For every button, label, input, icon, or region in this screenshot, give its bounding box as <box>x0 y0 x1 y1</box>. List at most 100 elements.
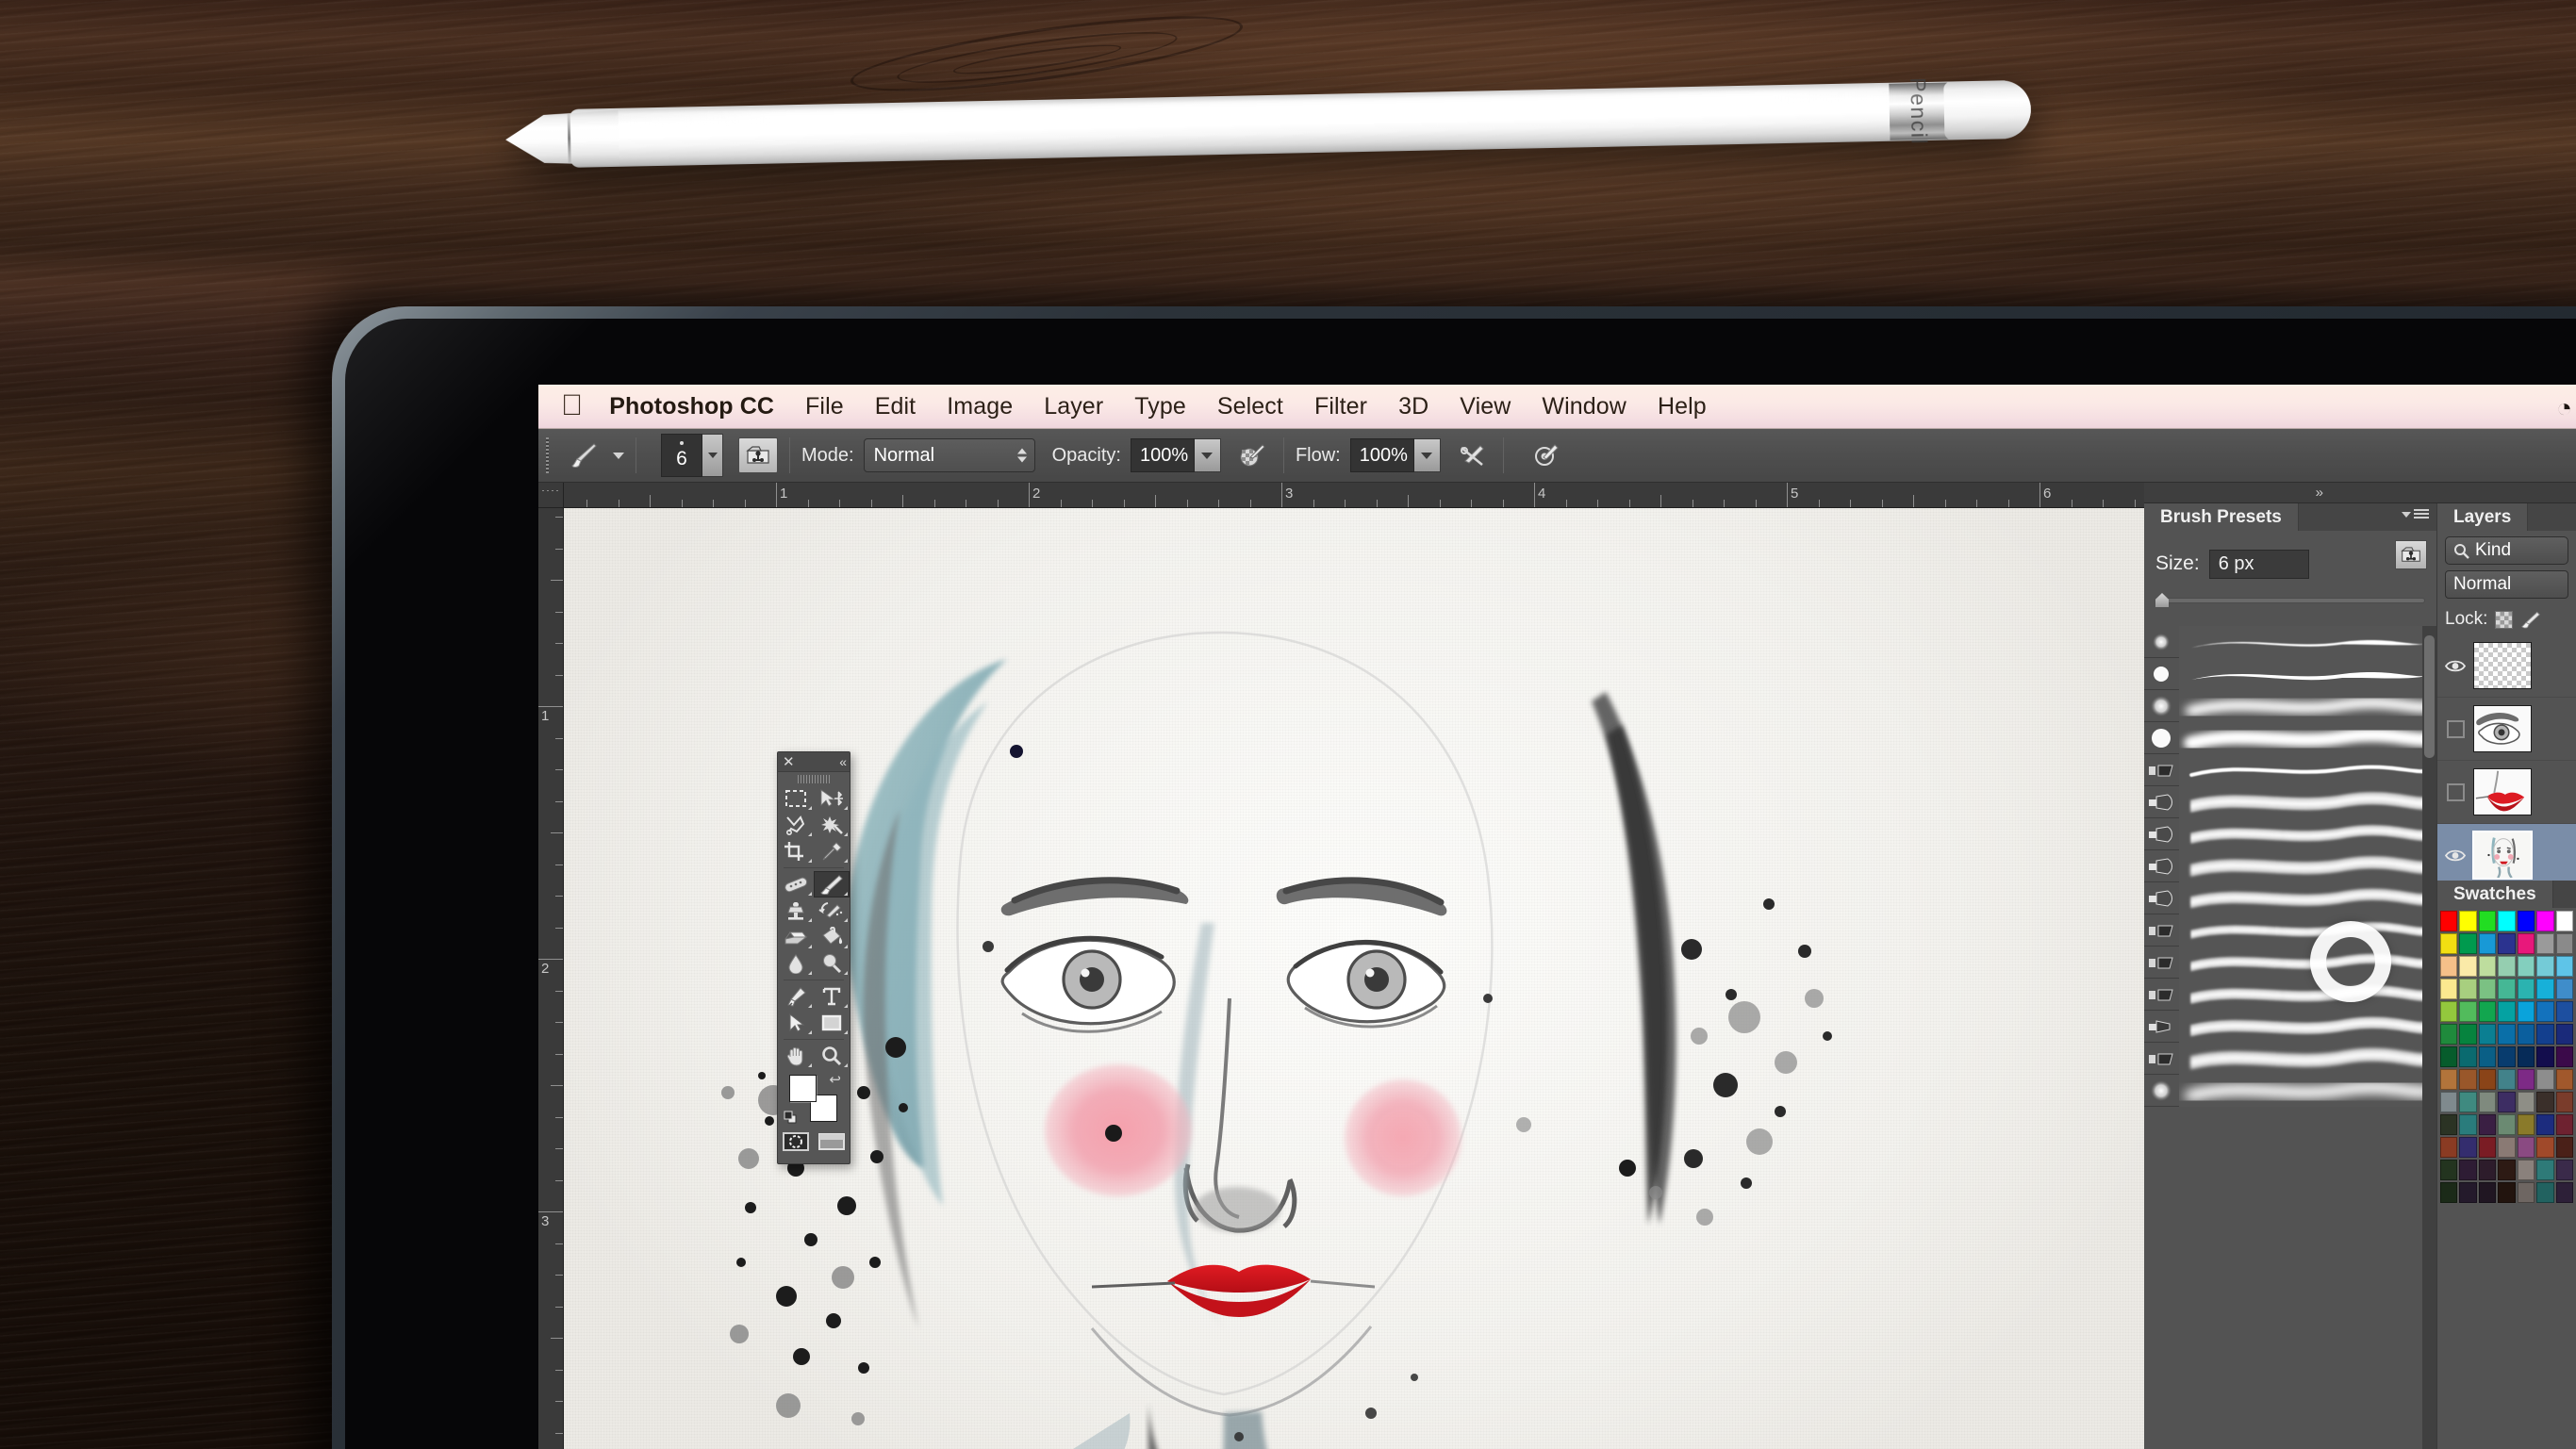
layer-visibility-toggle[interactable] <box>2437 782 2473 801</box>
default-colors-icon[interactable] <box>784 1111 797 1124</box>
color-swatch[interactable] <box>2555 1114 2573 1135</box>
menu-item-help[interactable]: Help <box>1658 393 1707 420</box>
tools-palette-drag-handle[interactable] <box>778 772 850 785</box>
apple-logo-icon[interactable]:  <box>561 390 583 420</box>
history-brush-tool[interactable] <box>814 897 850 924</box>
eye-icon[interactable] <box>2445 848 2466 863</box>
color-swatch[interactable] <box>2517 1137 2535 1158</box>
color-swatch[interactable] <box>2536 1092 2554 1112</box>
color-swatch[interactable] <box>2440 1069 2458 1090</box>
collapse-icon[interactable]: « <box>839 755 847 768</box>
color-swatch[interactable] <box>2440 956 2458 977</box>
brush-size-slider[interactable] <box>2155 593 2425 608</box>
eyedropper-tool[interactable] <box>814 838 850 864</box>
color-swatch[interactable] <box>2555 1069 2573 1090</box>
color-swatch[interactable] <box>2478 911 2497 931</box>
dodge-tool[interactable] <box>814 950 850 977</box>
quick-mask-icon[interactable] <box>782 1131 810 1152</box>
color-swatch[interactable] <box>2536 1114 2554 1135</box>
color-swatch[interactable] <box>2498 1024 2516 1045</box>
color-swatch[interactable] <box>2478 1182 2497 1203</box>
move-tool[interactable] <box>814 785 850 812</box>
screen-mode-icon[interactable] <box>817 1131 846 1152</box>
color-swatch[interactable] <box>2459 911 2477 931</box>
color-swatch[interactable] <box>2498 1092 2516 1112</box>
type-tool[interactable] <box>814 983 850 1010</box>
color-swatch[interactable] <box>2478 933 2497 954</box>
magic-wand-tool[interactable] <box>814 812 850 838</box>
tools-palette-header[interactable]: ✕ « <box>778 752 850 772</box>
color-swatch[interactable] <box>2536 1069 2554 1090</box>
color-swatch[interactable] <box>2440 911 2458 931</box>
color-swatch[interactable] <box>2440 979 2458 999</box>
lasso-tool[interactable] <box>778 812 814 838</box>
color-swatch[interactable] <box>2555 1137 2573 1158</box>
layer-list[interactable] <box>2437 634 2576 887</box>
color-swatch[interactable] <box>2498 1137 2516 1158</box>
color-swatch[interactable] <box>2498 1046 2516 1067</box>
brush-preset-row[interactable] <box>2144 978 2436 1011</box>
color-swatch[interactable] <box>2498 956 2516 977</box>
color-swatch[interactable] <box>2478 1092 2497 1112</box>
color-swatch[interactable] <box>2555 1182 2573 1203</box>
menu-item-type[interactable]: Type <box>1134 393 1186 420</box>
opacity-value[interactable]: 100% <box>1130 438 1195 472</box>
menu-item-select[interactable]: Select <box>1217 393 1283 420</box>
color-swatch[interactable] <box>2517 956 2535 977</box>
rectangle-shape-tool[interactable] <box>814 1010 850 1036</box>
layer-thumbnail[interactable] <box>2472 831 2533 880</box>
color-swatches-control[interactable]: ↩ <box>778 1069 850 1128</box>
smoothing-icon[interactable] <box>1527 436 1566 474</box>
healing-brush-tool[interactable] <box>778 871 814 897</box>
clone-stamp-tool[interactable] <box>778 897 814 924</box>
color-swatch[interactable] <box>2498 979 2516 999</box>
flow-value[interactable]: 100% <box>1349 438 1414 472</box>
color-swatch[interactable] <box>2440 1182 2458 1203</box>
ruler-origin-corner[interactable] <box>538 483 564 508</box>
pen-tool[interactable] <box>778 983 814 1010</box>
color-swatch[interactable] <box>2555 911 2573 931</box>
color-swatch[interactable] <box>2459 1182 2477 1203</box>
menu-item-edit[interactable]: Edit <box>875 393 916 420</box>
brush-preset-dropdown-arrow[interactable] <box>613 452 624 459</box>
brush-preset-row[interactable] <box>2144 785 2436 818</box>
brush-preset-row[interactable] <box>2144 914 2436 947</box>
vertical-ruler[interactable]: 1 2 3 <box>538 508 564 1449</box>
color-swatch[interactable] <box>2459 1114 2477 1135</box>
color-swatch[interactable] <box>2536 1160 2554 1180</box>
brush-preset-row[interactable] <box>2144 657 2436 690</box>
color-swatch[interactable] <box>2517 1024 2535 1045</box>
color-swatch[interactable] <box>2517 1114 2535 1135</box>
brush-size-field[interactable]: 6 <box>661 434 702 477</box>
panel-menu-icon[interactable] <box>2402 509 2429 520</box>
color-swatch[interactable] <box>2555 1160 2573 1180</box>
brush-preset-row[interactable] <box>2144 881 2436 914</box>
layer-row[interactable] <box>2437 698 2576 761</box>
color-swatch[interactable] <box>2517 979 2535 999</box>
brush-list-scrollbar[interactable] <box>2422 626 2436 1449</box>
tab-layers[interactable]: Layers <box>2437 503 2529 531</box>
color-swatch[interactable] <box>2517 1069 2535 1090</box>
brush-preset-row[interactable] <box>2144 946 2436 979</box>
tab-swatches[interactable]: Swatches <box>2437 881 2553 908</box>
brush-preset-icon[interactable] <box>562 436 605 474</box>
layer-visibility-toggle[interactable] <box>2437 719 2473 738</box>
slider-thumb[interactable] <box>2155 593 2169 607</box>
color-swatch[interactable] <box>2440 1114 2458 1135</box>
brush-size-dropdown[interactable] <box>702 434 723 477</box>
layer-row[interactable] <box>2437 761 2576 824</box>
color-swatch[interactable] <box>2459 1046 2477 1067</box>
color-swatch[interactable] <box>2498 1114 2516 1135</box>
brush-preset-row[interactable] <box>2144 1010 2436 1043</box>
color-swatch[interactable] <box>2536 979 2554 999</box>
color-swatch[interactable] <box>2440 1092 2458 1112</box>
zoom-tool[interactable] <box>814 1043 850 1069</box>
layer-row[interactable] <box>2437 824 2576 887</box>
brush-preset-row[interactable] <box>2144 753 2436 786</box>
tablet-pressure-size-icon[interactable] <box>738 437 778 473</box>
path-selection-tool[interactable] <box>778 1010 814 1036</box>
color-swatch[interactable] <box>2478 1114 2497 1135</box>
brush-preset-row[interactable] <box>2144 849 2436 882</box>
color-swatch[interactable] <box>2498 911 2516 931</box>
app-name-label[interactable]: Photoshop CC <box>609 393 774 420</box>
